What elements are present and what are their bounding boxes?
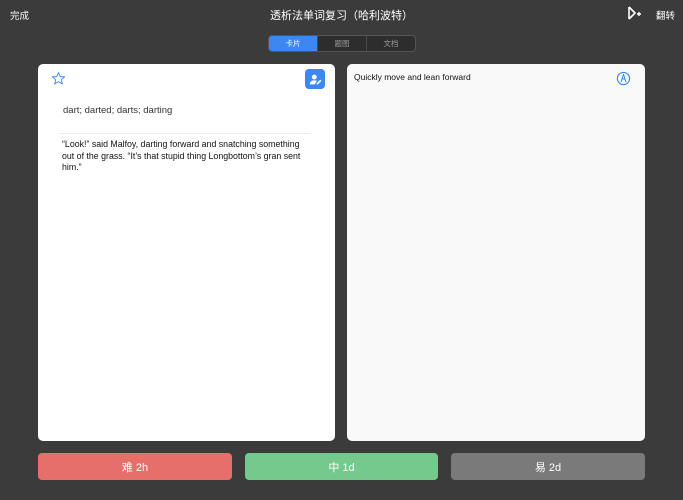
- example-sentence: “Look!” said Malfoy, darting forward and…: [62, 139, 301, 172]
- tab-card[interactable]: 卡片: [269, 36, 318, 51]
- front-card: dart; darted; darts; darting “Look!” sai…: [38, 64, 335, 441]
- hard-button[interactable]: 难 2h: [38, 453, 232, 480]
- star-outline-icon[interactable]: [51, 71, 66, 86]
- definition-text: Quickly move and lean forward: [354, 72, 471, 82]
- flip-button[interactable]: 翻转: [656, 8, 675, 22]
- tab-document[interactable]: 文档: [367, 36, 415, 51]
- back-card: Quickly move and lean forward: [347, 64, 645, 441]
- medium-button[interactable]: 中 1d: [245, 453, 438, 480]
- top-bar: 完成 透析法单词复习（哈利波特） 翻转: [0, 0, 683, 28]
- view-segmented-control: 卡片 题图 文档: [268, 35, 416, 52]
- edit-card-button[interactable]: [305, 69, 325, 89]
- word-forms: dart; darted; darts; darting: [63, 105, 173, 116]
- reader-add-icon[interactable]: [626, 5, 642, 21]
- pen-circle-icon[interactable]: [616, 71, 631, 86]
- page-title: 透析法单词复习（哈利波特）: [270, 10, 413, 22]
- divider: [59, 133, 311, 134]
- easy-button[interactable]: 易 2d: [451, 453, 645, 480]
- person-edit-icon: [309, 74, 321, 85]
- tab-picture[interactable]: 题图: [318, 36, 367, 51]
